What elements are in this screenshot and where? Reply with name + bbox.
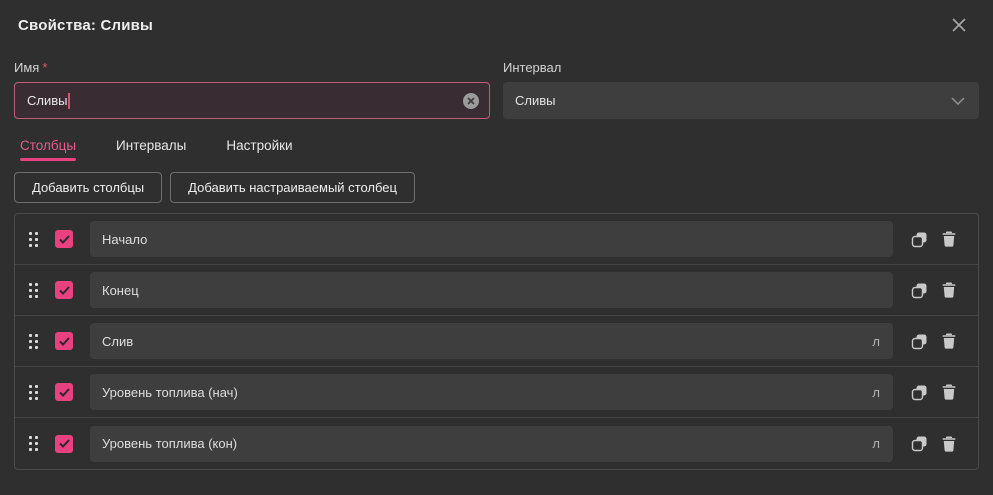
tabs-bar: Столбцы Интервалы Настройки [14,138,979,161]
drag-handle-icon[interactable] [29,231,39,247]
column-name-input[interactable] [90,272,893,308]
properties-dialog: Свойства: Сливы Имя* Интервал Сл [0,0,993,495]
delete-icon[interactable] [938,330,960,352]
copy-icon[interactable] [908,279,930,301]
copy-icon[interactable] [908,330,930,352]
delete-icon[interactable] [938,279,960,301]
name-label: Имя* [14,60,490,75]
add-columns-button[interactable]: Добавить столбцы [14,172,162,203]
form-row: Имя* Интервал Сливы [14,60,979,119]
required-asterisk: * [42,60,47,75]
column-checkbox[interactable] [55,383,73,401]
name-field-group: Имя* [14,60,490,119]
delete-icon[interactable] [938,228,960,250]
column-row [15,265,978,316]
column-name-input[interactable] [90,221,893,257]
column-name-input[interactable] [90,323,872,359]
drag-handle-icon[interactable] [29,436,39,452]
column-row: л [15,418,978,469]
columns-list: л л [14,213,979,470]
column-checkbox[interactable] [55,435,73,453]
dialog-title: Свойства: Сливы [18,17,153,34]
column-unit-label: л [872,385,893,400]
name-input[interactable] [15,83,489,118]
column-row [15,214,978,265]
close-icon[interactable] [948,14,970,36]
chevron-down-icon [951,97,965,105]
text-caret [68,93,70,109]
copy-icon[interactable] [908,433,930,455]
column-name-input[interactable] [90,426,872,462]
column-checkbox[interactable] [55,230,73,248]
column-checkbox[interactable] [55,332,73,350]
column-name-input-wrap: л [90,426,893,462]
drag-handle-icon[interactable] [29,282,39,298]
interval-selected-value: Сливы [515,93,556,108]
tab-settings[interactable]: Настройки [226,138,292,161]
column-name-input-wrap [90,221,893,257]
drag-handle-icon[interactable] [29,333,39,349]
column-unit-label: л [872,334,893,349]
tab-columns[interactable]: Столбцы [20,138,76,161]
clear-input-icon[interactable] [463,93,479,109]
delete-icon[interactable] [938,433,960,455]
column-unit-label: л [872,436,893,451]
interval-label: Интервал [503,60,979,75]
interval-select[interactable]: Сливы [503,82,979,119]
tab-intervals[interactable]: Интервалы [116,138,186,161]
toolbar: Добавить столбцы Добавить настраиваемый … [14,172,979,203]
column-name-input-wrap [90,272,893,308]
column-row: л [15,316,978,367]
column-row: л [15,367,978,418]
column-name-input-wrap: л [90,323,893,359]
name-input-wrap [14,82,490,119]
delete-icon[interactable] [938,381,960,403]
copy-icon[interactable] [908,228,930,250]
column-name-input-wrap: л [90,374,893,410]
drag-handle-icon[interactable] [29,384,39,400]
column-checkbox[interactable] [55,281,73,299]
copy-icon[interactable] [908,381,930,403]
interval-field-group: Интервал Сливы [503,60,979,119]
column-name-input[interactable] [90,374,872,410]
add-custom-column-button[interactable]: Добавить настраиваемый столбец [170,172,415,203]
dialog-header: Свойства: Сливы [14,0,979,46]
